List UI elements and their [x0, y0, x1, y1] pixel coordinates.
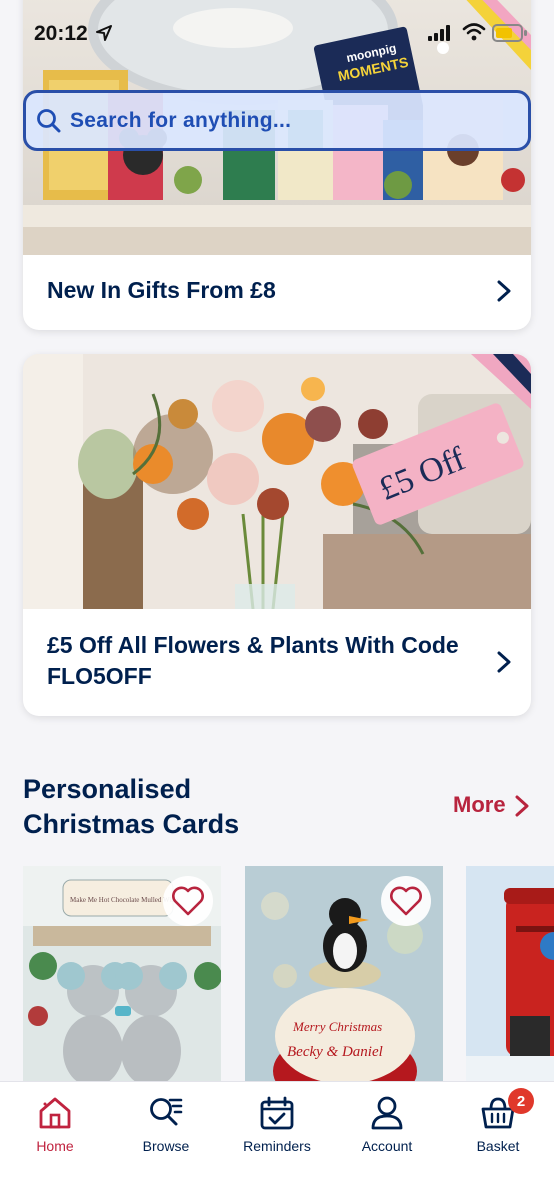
promo-card-title: New In Gifts From £8 [47, 277, 276, 303]
more-link[interactable]: More [453, 792, 506, 818]
product-card[interactable]: Make Me Hot Chocolate Mulled Wine [23, 866, 221, 1086]
favourite-button[interactable] [381, 876, 431, 926]
person-icon [371, 1096, 403, 1130]
chevron-right-icon[interactable] [515, 795, 529, 817]
battery-icon [492, 24, 527, 42]
tab-label: Browse [142, 1138, 190, 1154]
chevron-right-icon [497, 280, 511, 302]
calendar-icon [260, 1096, 294, 1130]
heart-icon [390, 886, 422, 916]
product-art-text: Make Me Hot Chocolate Mulled Wine [70, 896, 178, 904]
tab-reminders[interactable]: Reminders [227, 1094, 327, 1154]
browse-icon [150, 1098, 183, 1126]
favourite-button[interactable] [163, 876, 213, 926]
product-art-text: Becky & Daniel [287, 1044, 383, 1060]
wifi-icon [462, 23, 486, 41]
home-icon [39, 1097, 71, 1129]
product-image [466, 866, 554, 1086]
promo-image-flowers: £5 Off [23, 354, 531, 609]
section-title: Personalised Christmas Cards [23, 774, 240, 839]
tab-label: Home [36, 1138, 74, 1154]
tab-bar: Home Browse Reminders Account 2 Basket [0, 1081, 554, 1200]
search-icon [37, 109, 61, 133]
tab-basket[interactable]: 2 Basket [448, 1088, 548, 1154]
basket-count-badge: 2 [508, 1088, 534, 1114]
promo-card-title: £5 Off All Flowers & Plants With Code FL… [47, 632, 459, 689]
product-card[interactable]: Merry Christmas Becky & Daniel [245, 866, 443, 1086]
tab-label: Account [361, 1138, 413, 1154]
product-art-text: Merry Christmas [292, 1019, 382, 1034]
search-bar[interactable]: Search for anything... [23, 90, 531, 151]
promo-card-flowers-offer[interactable]: £5 Off £5 Off All Flowers & Plants With … [23, 354, 531, 716]
location-arrow-icon [96, 25, 112, 41]
cellular-signal-icon [428, 25, 450, 41]
tab-home[interactable]: Home [5, 1094, 105, 1154]
tab-label: Reminders [243, 1138, 311, 1154]
search-placeholder: Search for anything... [70, 109, 292, 132]
tab-browse[interactable]: Browse [116, 1094, 216, 1154]
status-bar: 20:12 [0, 0, 554, 70]
tab-account[interactable]: Account [337, 1094, 437, 1154]
product-card[interactable] [466, 866, 554, 1086]
heart-icon [172, 886, 204, 916]
tab-label: Basket [476, 1138, 520, 1154]
chevron-right-icon [497, 651, 511, 673]
status-time: 20:12 [34, 22, 88, 45]
